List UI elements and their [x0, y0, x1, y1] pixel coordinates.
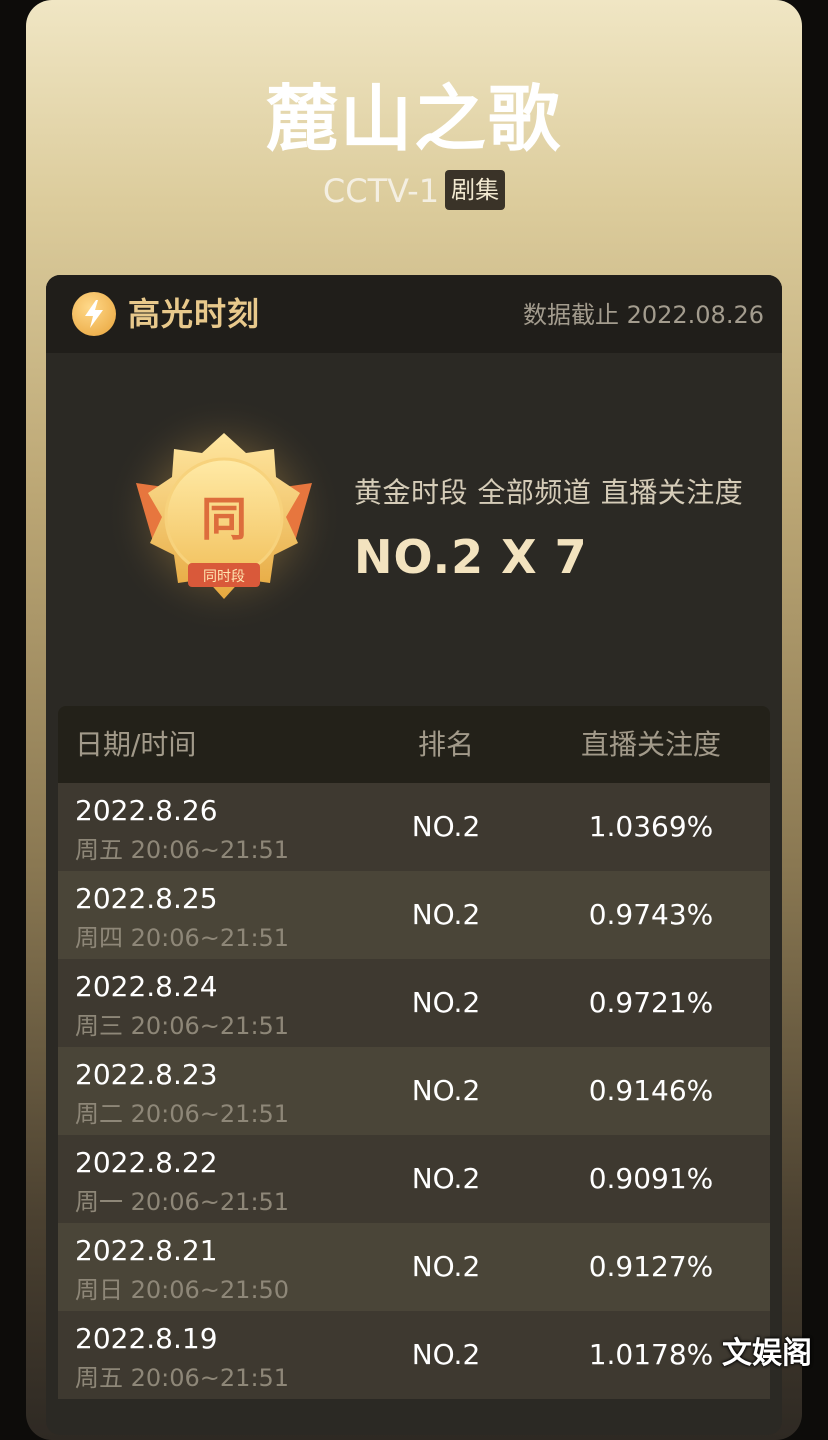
row-time: 周二 20:06~21:51: [75, 1100, 290, 1128]
row-date: 2022.8.22: [75, 1146, 218, 1179]
row-date: 2022.8.24: [75, 970, 218, 1003]
row-rank: NO.2: [411, 1162, 481, 1195]
row-date: 2022.8.23: [75, 1058, 218, 1091]
row-attention: 0.9091%: [588, 1162, 714, 1195]
row-rank: NO.2: [411, 986, 481, 1019]
table-row: 2022.8.19 周五 20:06~21:51 NO.2 1.0178%: [58, 1311, 770, 1399]
row-date: 2022.8.25: [75, 882, 218, 915]
column-header-rank: 排名: [417, 728, 474, 761]
row-rank: NO.2: [411, 898, 481, 931]
table-row: 2022.8.23 周二 20:06~21:51 NO.2 0.9146%: [58, 1047, 770, 1135]
row-rank: NO.2: [411, 1250, 481, 1283]
row-time: 周三 20:06~21:51: [75, 1012, 290, 1040]
watermark-logo: 文娱阁: [722, 1336, 812, 1371]
table-row: 2022.8.24 周三 20:06~21:51 NO.2 0.9721%: [58, 959, 770, 1047]
row-date: 2022.8.26: [75, 794, 218, 827]
genre-tag: 剧集: [445, 170, 506, 210]
show-title: 麓山之歌: [265, 77, 562, 161]
lightning-icon: [72, 292, 116, 336]
medal-character: 同: [201, 492, 247, 546]
table-row: 2022.8.26 周五 20:06~21:51 NO.2 1.0369%: [58, 783, 770, 871]
row-rank: NO.2: [411, 1338, 481, 1371]
row-time: 周日 20:06~21:50: [75, 1276, 290, 1304]
row-time: 周五 20:06~21:51: [75, 1364, 290, 1392]
achievement-description: 黄金时段 全部频道 直播关注度: [354, 476, 744, 509]
row-rank: NO.2: [411, 810, 481, 843]
table-row: 2022.8.22 周一 20:06~21:51 NO.2 0.9091%: [58, 1135, 770, 1223]
row-attention: 0.9721%: [588, 986, 714, 1019]
table-row: 2022.8.21 周日 20:06~21:50 NO.2 0.9127%: [58, 1223, 770, 1311]
row-date: 2022.8.21: [75, 1234, 218, 1267]
row-rank: NO.2: [411, 1074, 481, 1107]
row-time: 周五 20:06~21:51: [75, 836, 290, 864]
panel-header: 高光时刻 数据截止 2022.08.26: [46, 275, 782, 353]
achievement-value: NO.2 X 7: [354, 530, 588, 584]
highlight-panel: 高光时刻 数据截止 2022.08.26 同时段 同 黄金时段 全部频道 直播关…: [46, 275, 782, 1435]
table-row: 2022.8.25 周四 20:06~21:51 NO.2 0.9743%: [58, 871, 770, 959]
row-attention: 1.0369%: [588, 810, 714, 843]
row-attention: 1.0178%: [588, 1338, 714, 1371]
medal-ribbon-text: 同时段: [203, 569, 245, 585]
medal-icon: 同时段 同: [106, 397, 342, 633]
row-attention: 0.9127%: [588, 1250, 714, 1283]
section-title: 高光时刻: [128, 295, 261, 333]
channel-name: CCTV-1: [322, 172, 440, 210]
data-cutoff-date: 数据截止 2022.08.26: [522, 301, 764, 329]
row-attention: 0.9146%: [588, 1074, 714, 1107]
row-date: 2022.8.19: [75, 1322, 218, 1355]
table-header: 日期/时间 排名 直播关注度: [58, 706, 770, 783]
column-header-date: 日期/时间: [75, 728, 197, 761]
column-header-attention: 直播关注度: [580, 728, 721, 761]
channel-line: CCTV-1 剧集: [0, 168, 828, 214]
row-time: 周四 20:06~21:51: [75, 924, 290, 952]
row-time: 周一 20:06~21:51: [75, 1188, 290, 1216]
row-attention: 0.9743%: [588, 898, 714, 931]
ranking-table: 日期/时间 排名 直播关注度 2022.8.26 周五 20:06~21:51 …: [58, 706, 770, 1399]
